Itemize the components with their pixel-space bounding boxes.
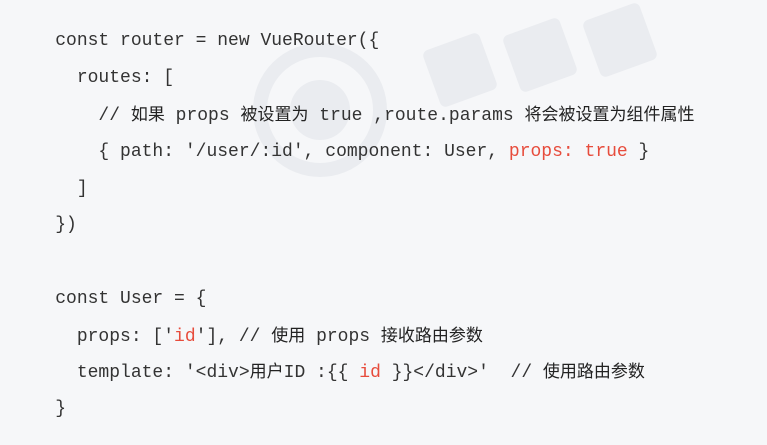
code-line-8: const User = { (12, 263, 206, 309)
code-line-4: { path: '/user/:id', component: User, pr… (12, 116, 649, 162)
code-line-11: } (12, 373, 66, 419)
code-text: } (627, 142, 650, 162)
code-line-5: ] (12, 153, 88, 199)
code-line-3: // 如果 props 被设置为 true ,route.params 将会被设… (12, 79, 694, 126)
code-text: } (55, 399, 67, 419)
code-block: const router = new VueRouter({ routes: [… (0, 0, 767, 419)
code-text: template: '<div> (55, 363, 250, 383)
highlight-props: props: true (508, 142, 628, 162)
code-line-1: const router = new VueRouter({ (12, 5, 379, 51)
comment-cn: 使用路由参数 (542, 362, 645, 382)
code-line-10: template: '<div>用户ID :{{ id }}</div>' //… (12, 336, 645, 383)
code-text: ID :{{ (283, 363, 360, 383)
code-line-2: routes: [ (12, 42, 174, 88)
code-text: }}</div>' // (380, 363, 543, 383)
highlight-id: id (359, 363, 381, 383)
code-text: }) (55, 215, 77, 235)
code-line-9: props: ['id'], // 使用 props 接收路由参数 (12, 300, 483, 347)
code-line-6: }) (12, 189, 77, 235)
code-text: { path: '/user/:id', component: User, (55, 142, 509, 162)
text-cn: 用户 (249, 362, 284, 382)
